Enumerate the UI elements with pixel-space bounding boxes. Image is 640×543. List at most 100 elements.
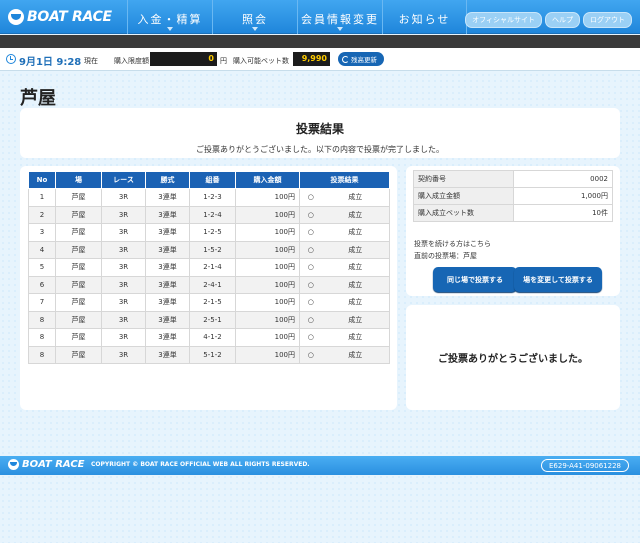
cell-combination: 2-1-4 [189,258,236,277]
cell-bet-type: 3連単 [145,310,190,329]
table-row: 8 芦屋 3R 3連単 5-1-2 100円 ○ 成立 [28,345,390,364]
contract-number-value: 0002 [513,170,613,188]
cell-no: 8 [28,345,56,364]
cell-race: 3R [101,328,146,347]
divider-bar [0,35,640,48]
nav-label: 入金・精算 [137,13,203,26]
logout-button[interactable]: ログアウト [583,12,632,28]
nav-label: 照会 [242,13,268,26]
help-button[interactable]: ヘルプ [545,12,580,28]
footer-logo: BOAT RACE [8,459,85,470]
nav-notices[interactable]: お知らせ [382,0,467,34]
table-row: 契約番号 0002 [413,170,613,188]
refresh-icon [342,55,349,63]
chevron-down-icon [337,27,343,31]
vote-same-venue-button[interactable]: 同じ場で投票する [433,267,517,292]
cell-amount: 100円 [235,240,300,259]
table-header-row: No 場 レース 勝式 組番 購入金額 投票結果 [28,171,390,189]
cell-mark: ○ [299,345,322,364]
purchase-limit-value: 0 [150,52,217,66]
cell-status: 成立 [321,205,390,224]
change-venue-button[interactable]: 場を変更して投票する [514,267,602,292]
table-row: 2 芦屋 3R 3連単 1-2-4 100円 ○ 成立 [28,205,390,224]
cell-status: 成立 [321,258,390,277]
result-message: ご投票ありがとうございました。以下の内容で投票が完了しました。 [196,145,444,154]
cell-combination: 2-4-1 [189,275,236,294]
cell-bet-type: 3連単 [145,240,190,259]
refresh-balance-button[interactable]: 残高更新 [338,52,384,66]
account-infobar: 9月1日 9:28 現在 購入限度額 0 円 購入可能ベット数 9,990 残高… [0,48,640,71]
session-code: E629-A41-09061228 [540,459,629,472]
table-row: 1 芦屋 3R 3連単 1-2-3 100円 ○ 成立 [28,188,390,207]
total-amount-label: 購入成立金額 [413,187,514,205]
clock-icon [6,54,16,64]
bet-result-rows: 1 芦屋 3R 3連単 1-2-3 100円 ○ 成立 2 芦屋 3R 3連単 1-2-4 100円 ○ 成立… [28,188,390,364]
cell-combination: 1-5-2 [189,240,236,259]
cell-amount: 100円 [235,345,300,364]
cell-status: 成立 [321,310,390,329]
cell-combination: 1-2-4 [189,205,236,224]
cell-bet-type: 3連単 [145,345,190,364]
cell-bet-type: 3連単 [145,188,190,207]
cell-amount: 100円 [235,310,300,329]
cell-amount: 100円 [235,223,300,242]
last-venue-label: 直前の投票場： [414,252,463,260]
nav-label: 会員情報変更 [301,13,379,26]
cell-no: 8 [28,328,56,347]
table-row: 5 芦屋 3R 3連単 2-1-4 100円 ○ 成立 [28,258,390,277]
table-row: 4 芦屋 3R 3連単 1-5-2 100円 ○ 成立 [28,240,390,259]
boatrace-logo[interactable]: BOAT RACE [8,7,112,27]
table-row: 購入成立ベット数 10件 [413,204,613,222]
cell-venue: 芦屋 [55,223,102,242]
cell-combination: 2-1-5 [189,293,236,312]
cell-status: 成立 [321,240,390,259]
cell-venue: 芦屋 [55,310,102,329]
cell-venue: 芦屋 [55,328,102,347]
cell-venue: 芦屋 [55,258,102,277]
cell-mark: ○ [299,240,322,259]
cell-race: 3R [101,275,146,294]
cell-combination: 1-2-3 [189,188,236,207]
nav-deposit-settle[interactable]: 入金・精算 [127,0,212,34]
cell-no: 8 [28,310,56,329]
continue-text: 投票を続ける方はこちら [414,240,491,248]
continue-note: 投票を続ける方はこちら 直前の投票場：芦屋 [414,238,491,262]
bet-result-table: No 場 レース 勝式 組番 購入金額 投票結果 1 芦屋 3R 3連単 1-2-3 10… [28,171,390,364]
cell-no: 1 [28,188,56,207]
cell-race: 3R [101,240,146,259]
nav-member-settings[interactable]: 会員情報変更 [297,0,382,34]
cell-status: 成立 [321,223,390,242]
footer-logo-text: BOAT RACE [22,459,85,470]
table-row: 8 芦屋 3R 3連単 2-5-1 100円 ○ 成立 [28,310,390,329]
cell-mark: ○ [299,328,322,347]
summary-table: 契約番号 0002 購入成立金額 1,000円 購入成立ベット数 10件 [413,170,613,222]
cell-amount: 100円 [235,275,300,294]
cell-race: 3R [101,293,146,312]
current-datetime: 9月1日 9:28 [19,57,82,68]
logo-text: BOAT RACE [27,9,112,25]
utility-links: オフィシャルサイト ヘルプ ログアウト [465,12,632,28]
cell-no: 3 [28,223,56,242]
nav-inquiry[interactable]: 照会 [212,0,297,34]
thanks-message: ご投票ありがとうございました。 [438,354,588,365]
cell-combination: 5-1-2 [189,345,236,364]
official-site-button[interactable]: オフィシャルサイト [465,12,542,28]
chevron-down-icon [252,27,258,31]
footer: BOAT RACE COPYRIGHT © BOAT RACE OFFICIAL… [0,456,640,475]
cell-venue: 芦屋 [55,188,102,207]
cell-status: 成立 [321,293,390,312]
cell-bet-type: 3連単 [145,205,190,224]
available-bets-value: 9,990 [293,52,330,66]
col-no: No [28,171,56,189]
col-result: 投票結果 [299,171,390,189]
cell-mark: ○ [299,223,322,242]
cell-race: 3R [101,205,146,224]
contract-number-label: 契約番号 [413,170,514,188]
chevron-down-icon [167,27,173,31]
cell-no: 2 [28,205,56,224]
cell-venue: 芦屋 [55,275,102,294]
table-row: 3 芦屋 3R 3連単 1-2-5 100円 ○ 成立 [28,223,390,242]
cell-race: 3R [101,345,146,364]
summary-card: 契約番号 0002 購入成立金額 1,000円 購入成立ベット数 10件 投票を… [406,166,620,296]
cell-amount: 100円 [235,205,300,224]
